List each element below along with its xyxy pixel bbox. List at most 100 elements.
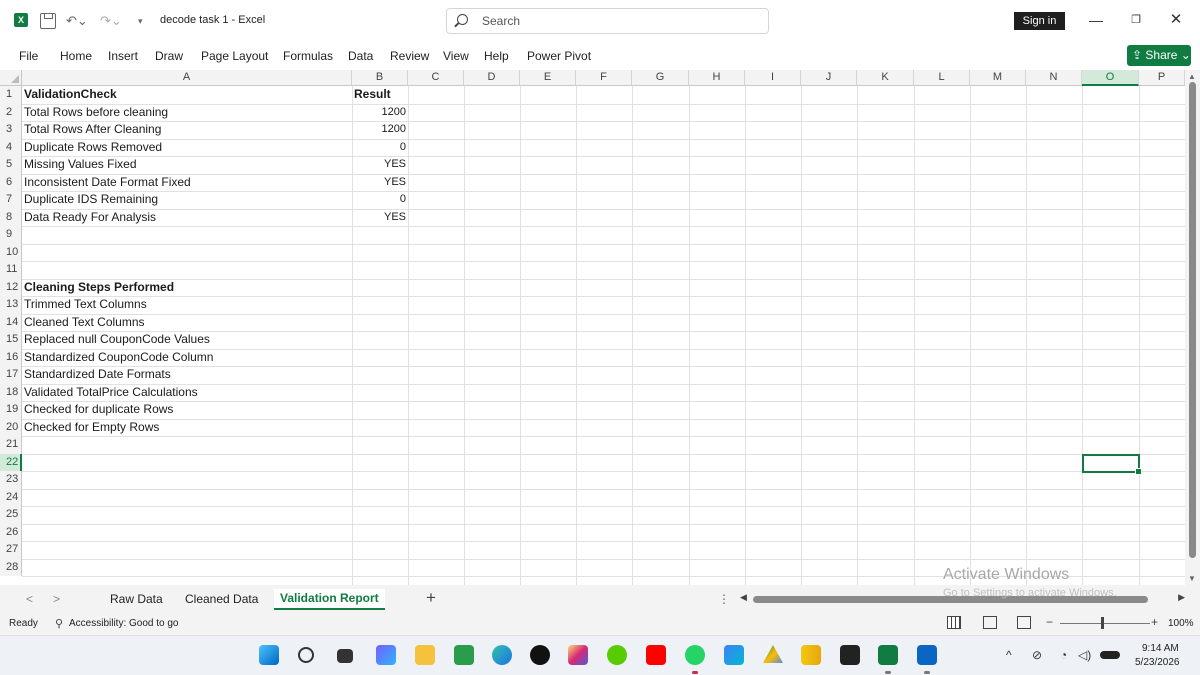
- row-header[interactable]: 16: [0, 348, 22, 366]
- column-header-i[interactable]: I: [745, 70, 801, 86]
- column-header-j[interactable]: J: [801, 70, 857, 86]
- google-drive-icon[interactable]: [763, 645, 783, 663]
- row-header[interactable]: 10: [0, 243, 22, 261]
- row-header[interactable]: 21: [0, 436, 22, 454]
- vertical-scrollbar[interactable]: ▲ ▼: [1185, 70, 1200, 585]
- cell-a5[interactable]: Missing Values Fixed: [24, 156, 137, 174]
- clock-date[interactable]: 5/23/2026: [1135, 657, 1180, 668]
- row-header[interactable]: 9: [0, 226, 22, 244]
- cell-a19[interactable]: Checked for duplicate Rows: [24, 401, 173, 419]
- cell-a7[interactable]: Duplicate IDS Remaining: [24, 191, 158, 209]
- menu-power-pivot[interactable]: Power Pivot: [527, 49, 591, 63]
- whatsapp-icon[interactable]: [685, 645, 705, 665]
- normal-view-icon[interactable]: [947, 616, 961, 629]
- cell-b2[interactable]: 1200: [352, 104, 406, 122]
- task-view-icon[interactable]: [337, 649, 353, 663]
- clock-time[interactable]: 9:14 AM: [1142, 643, 1179, 654]
- row-header[interactable]: 1: [0, 86, 22, 104]
- close-button[interactable]: ✕: [1166, 10, 1186, 30]
- x-app-icon[interactable]: [530, 645, 550, 665]
- github-icon[interactable]: [840, 645, 860, 665]
- cell-a6[interactable]: Inconsistent Date Format Fixed: [24, 174, 191, 192]
- column-header-m[interactable]: M: [970, 70, 1026, 86]
- tray-overflow-icon[interactable]: ^: [1006, 648, 1012, 662]
- power-bi-icon[interactable]: [801, 645, 821, 665]
- zoom-slider[interactable]: [1060, 623, 1150, 624]
- row-header[interactable]: 17: [0, 366, 22, 384]
- youtube-icon[interactable]: [646, 645, 666, 665]
- restore-button[interactable]: ❐: [1126, 10, 1146, 30]
- column-header-l[interactable]: L: [914, 70, 970, 86]
- page-layout-view-icon[interactable]: [983, 616, 997, 629]
- volume-icon[interactable]: ◁): [1078, 648, 1091, 662]
- row-header[interactable]: 25: [0, 506, 22, 524]
- menu-draw[interactable]: Draw: [155, 49, 183, 63]
- column-header-k[interactable]: K: [857, 70, 914, 86]
- file-explorer-icon[interactable]: [415, 645, 435, 665]
- vscode-icon[interactable]: [724, 645, 744, 665]
- row-header[interactable]: 18: [0, 383, 22, 401]
- zoom-slider-thumb[interactable]: [1101, 617, 1104, 629]
- column-header-b[interactable]: B: [352, 70, 408, 86]
- column-header-c[interactable]: C: [408, 70, 464, 86]
- cell-a13[interactable]: Trimmed Text Columns: [24, 296, 147, 314]
- column-header-p[interactable]: P: [1139, 70, 1185, 86]
- row-header[interactable]: 6: [0, 173, 22, 191]
- vertical-scroll-thumb[interactable]: [1189, 82, 1196, 558]
- worksheet-grid[interactable]: A B C D E F G H I J K L M N O P 1 2 3 4 …: [0, 70, 1185, 585]
- column-header-h[interactable]: H: [689, 70, 745, 86]
- row-header[interactable]: 2: [0, 103, 22, 121]
- menu-view[interactable]: View: [443, 49, 469, 63]
- cell-a12[interactable]: Cleaning Steps Performed: [24, 279, 174, 297]
- store-icon[interactable]: [454, 645, 474, 665]
- row-header[interactable]: 5: [0, 156, 22, 174]
- cell-a17[interactable]: Standardized Date Formats: [24, 366, 171, 384]
- cell-a14[interactable]: Cleaned Text Columns: [24, 314, 145, 332]
- column-header-n[interactable]: N: [1026, 70, 1082, 86]
- row-header[interactable]: 3: [0, 121, 22, 139]
- column-header-d[interactable]: D: [464, 70, 520, 86]
- accessibility-icon[interactable]: ⚲: [55, 617, 63, 630]
- row-header[interactable]: 15: [0, 331, 22, 349]
- duolingo-icon[interactable]: [607, 645, 627, 665]
- cell-a8[interactable]: Data Ready For Analysis: [24, 209, 156, 227]
- cell-b7[interactable]: 0: [352, 191, 406, 209]
- save-icon[interactable]: [40, 13, 56, 29]
- cell-a4[interactable]: Duplicate Rows Removed: [24, 139, 162, 157]
- customize-quick-access-icon[interactable]: ▾: [138, 12, 143, 30]
- column-header-o[interactable]: O: [1082, 70, 1139, 86]
- sign-in-button[interactable]: Sign in: [1014, 12, 1065, 30]
- page-break-view-icon[interactable]: [1017, 616, 1031, 629]
- row-header[interactable]: 11: [0, 261, 22, 279]
- cell-a18[interactable]: Validated TotalPrice Calculations: [24, 384, 198, 402]
- row-header[interactable]: 27: [0, 541, 22, 559]
- row-header[interactable]: 12: [0, 278, 22, 296]
- zoom-in-button[interactable]: +: [1151, 615, 1158, 629]
- column-header-f[interactable]: F: [576, 70, 632, 86]
- row-header[interactable]: 19: [0, 401, 22, 419]
- row-header[interactable]: 20: [0, 418, 22, 436]
- cell-b4[interactable]: 0: [352, 139, 406, 157]
- sheet-tab-raw-data[interactable]: Raw Data: [110, 592, 163, 606]
- select-all-button[interactable]: [0, 70, 22, 86]
- accessibility-status[interactable]: Accessibility: Good to go: [69, 618, 179, 629]
- scroll-down-icon[interactable]: ▼: [1188, 574, 1196, 583]
- menu-file[interactable]: File: [19, 49, 38, 63]
- instagram-icon[interactable]: [568, 645, 588, 665]
- undo-icon[interactable]: ↶⌄: [66, 12, 88, 30]
- row-header[interactable]: 13: [0, 296, 22, 314]
- share-button[interactable]: ⇪ Share ⌄: [1127, 45, 1191, 66]
- cell-a3[interactable]: Total Rows After Cleaning: [24, 121, 161, 139]
- menu-home[interactable]: Home: [60, 49, 92, 63]
- row-header[interactable]: 28: [0, 558, 22, 576]
- next-sheet-icon[interactable]: >: [53, 592, 60, 606]
- cell-a2[interactable]: Total Rows before cleaning: [24, 104, 168, 122]
- active-cell-o22[interactable]: [1082, 454, 1142, 475]
- cell-a16[interactable]: Standardized CouponCode Column: [24, 349, 213, 367]
- menu-page-layout[interactable]: Page Layout: [201, 49, 268, 63]
- cell-a15[interactable]: Replaced null CouponCode Values: [24, 331, 210, 349]
- wifi-icon[interactable]: ◔: [1060, 648, 1067, 662]
- notifications-off-icon[interactable]: ⊘: [1032, 648, 1042, 662]
- row-header[interactable]: 8: [0, 208, 22, 226]
- row-header[interactable]: 7: [0, 191, 22, 209]
